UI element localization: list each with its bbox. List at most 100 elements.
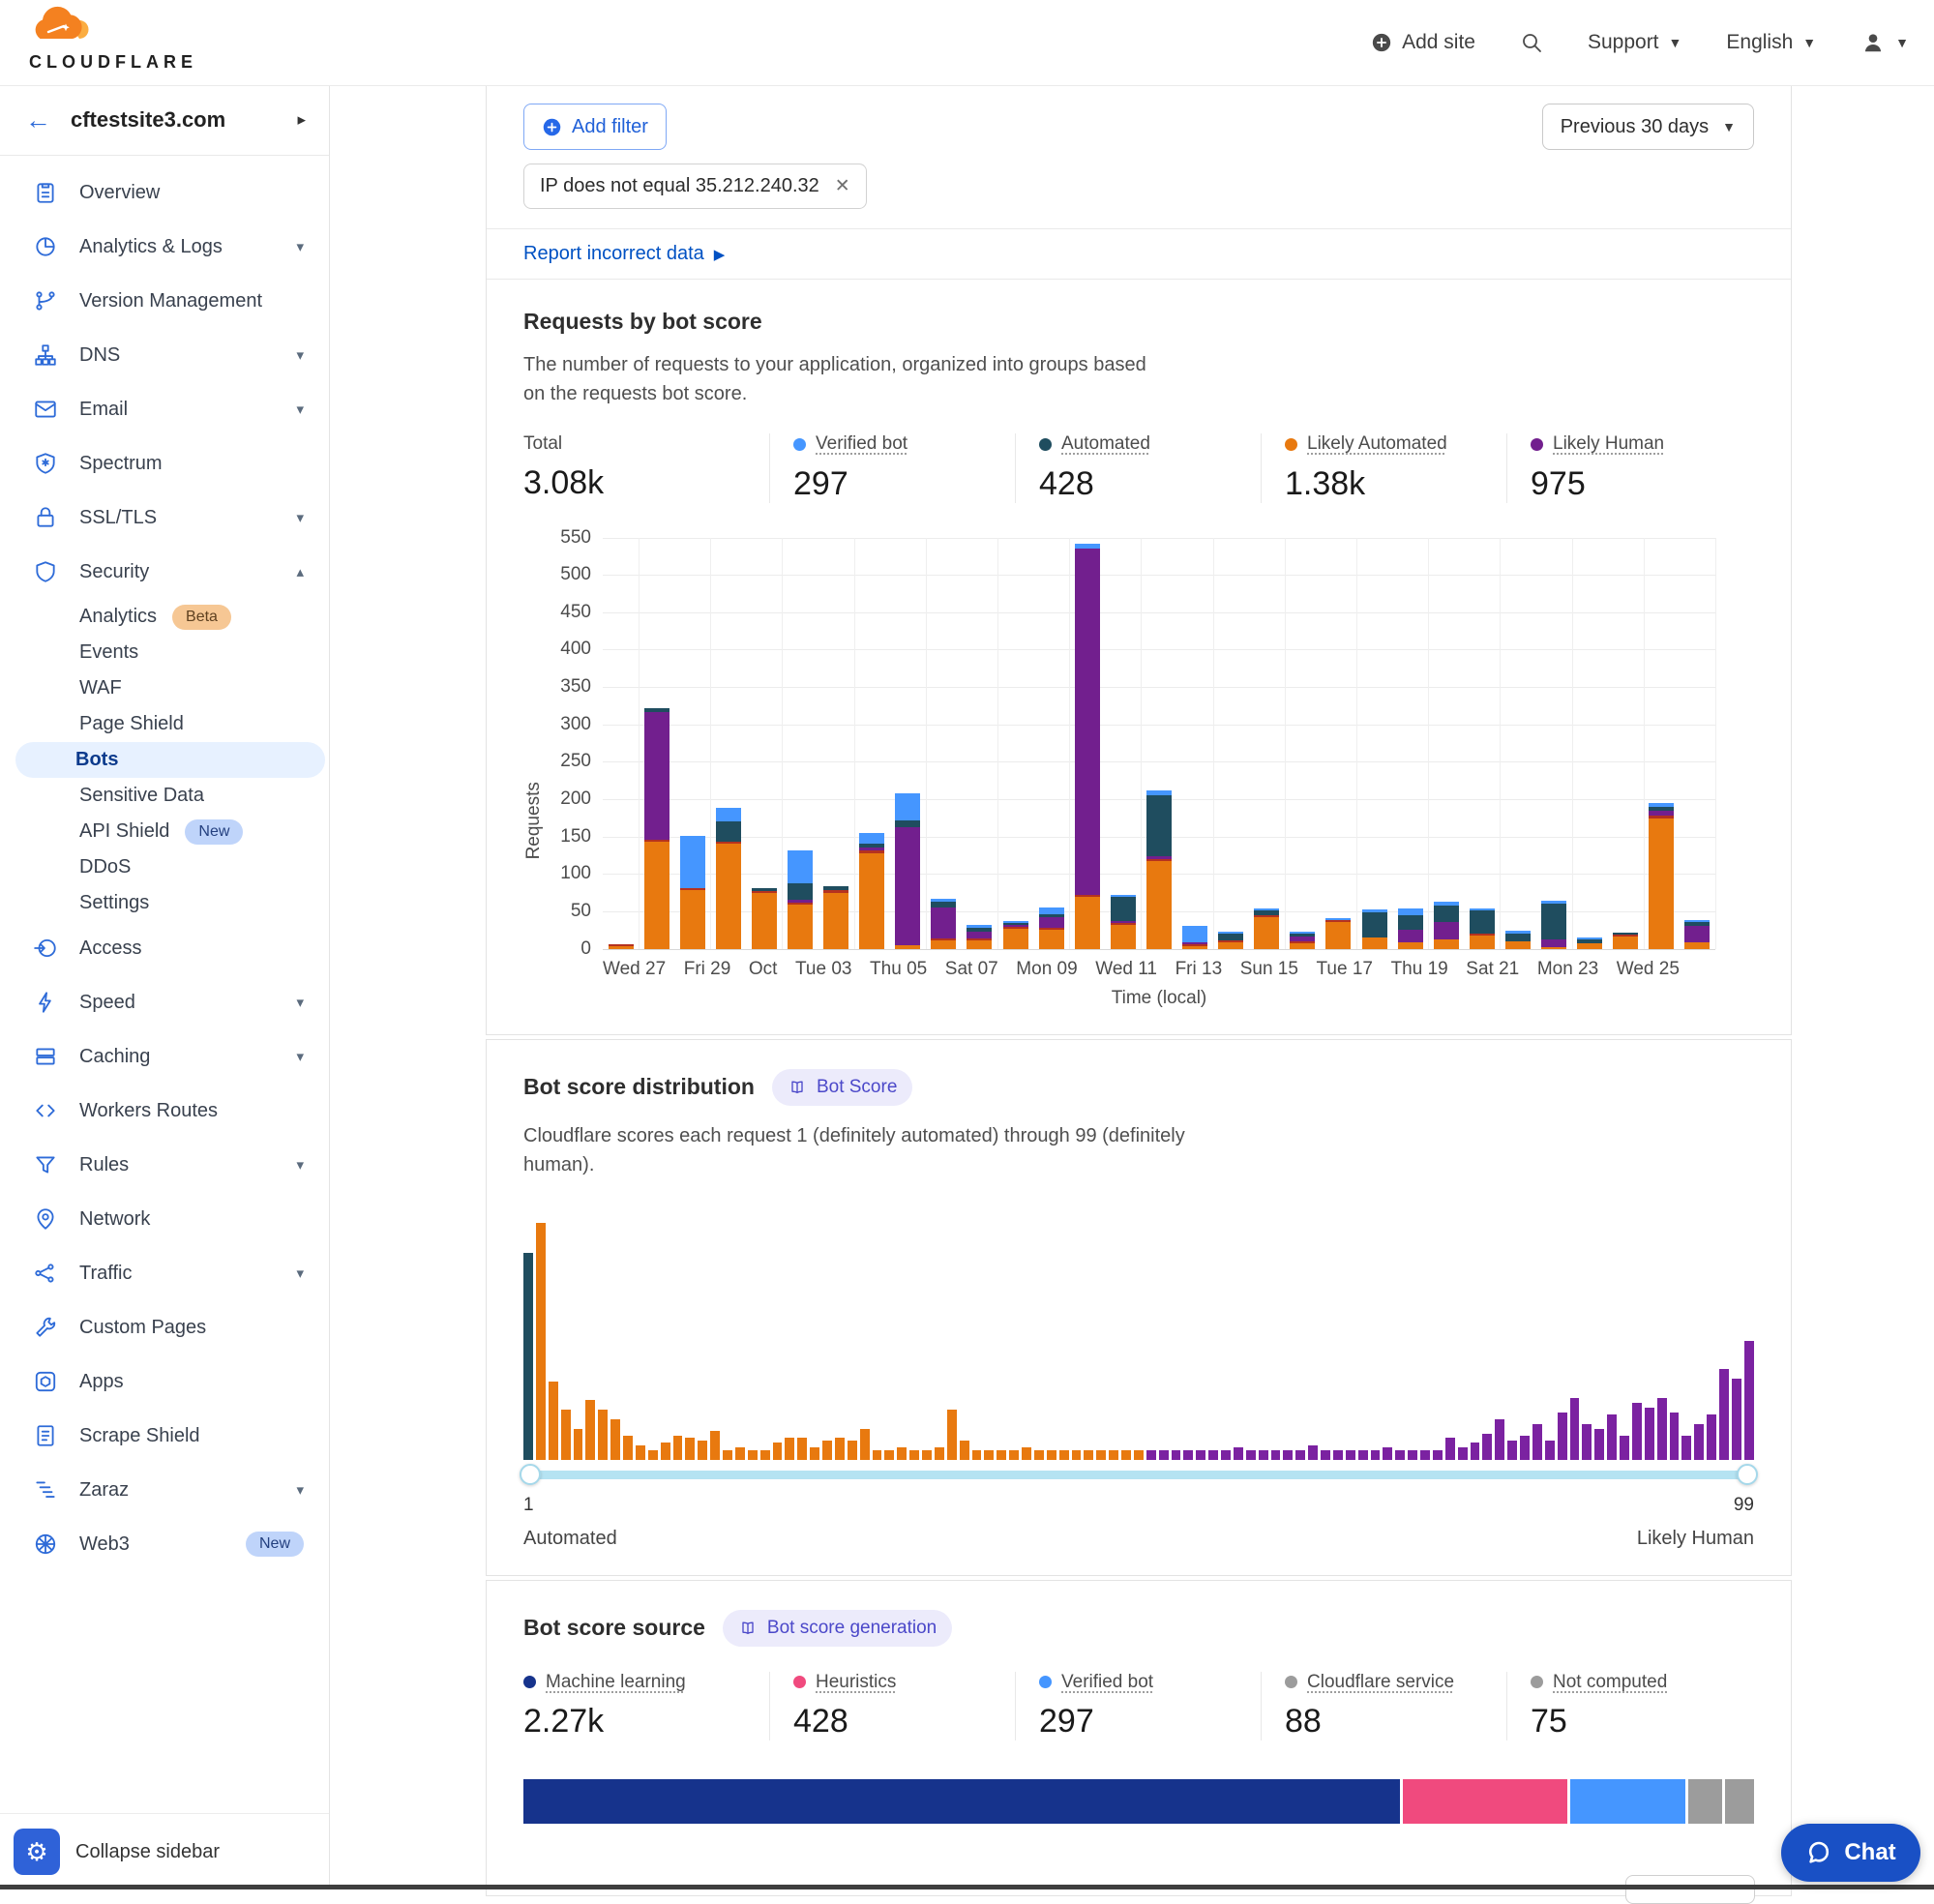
next-section-button-partial[interactable] xyxy=(1625,1875,1755,1904)
stat-label[interactable]: Cloudflare service xyxy=(1285,1672,1454,1693)
search-button[interactable] xyxy=(1520,31,1543,54)
slider-handle-right[interactable] xyxy=(1737,1464,1758,1485)
chevron-down-icon: ▾ xyxy=(296,509,304,526)
sidebar-item-ddos[interactable]: DDoS xyxy=(0,849,329,885)
sidebar-item-dns[interactable]: DNS▾ xyxy=(0,328,329,382)
sidebar-item-zaraz[interactable]: Zaraz▾ xyxy=(0,1463,329,1517)
chevron-up-icon: ▴ xyxy=(296,563,304,580)
stat-likely-automated: Likely Automated 1.38k xyxy=(1261,433,1506,503)
back-button[interactable]: ← xyxy=(25,107,51,134)
chevron-right-icon[interactable]: ▸ xyxy=(297,110,306,130)
histogram-bar xyxy=(561,1410,571,1459)
sidebar-item-waf[interactable]: WAF xyxy=(0,670,329,706)
bot-score-generation-badge[interactable]: Bot score generation xyxy=(723,1610,952,1647)
support-menu[interactable]: Support ▼ xyxy=(1588,31,1681,54)
stacked-bar xyxy=(895,793,920,949)
card-title: Requests by bot score xyxy=(523,309,1754,335)
slider-track[interactable] xyxy=(523,1471,1754,1479)
histogram-bar xyxy=(1196,1450,1205,1460)
top-header: CLOUDFLARE Add site Support ▼ English ▼ … xyxy=(0,0,1934,86)
legend-dot xyxy=(523,1676,536,1688)
slider-handle-left[interactable] xyxy=(520,1464,541,1485)
settings-gear-button[interactable]: ⚙ xyxy=(14,1829,60,1875)
stacked-bar xyxy=(1111,895,1136,949)
sidebar-item-analytics-logs[interactable]: Analytics & Logs▾ xyxy=(0,220,329,274)
stacked-bar xyxy=(1146,790,1172,948)
sidebar-item-scrape-shield[interactable]: Scrape Shield xyxy=(0,1409,329,1463)
sidebar-item-apps[interactable]: Apps xyxy=(0,1354,329,1409)
stat-likely-human: Likely Human975 xyxy=(1506,433,1754,503)
sidebar-item-custom-pages[interactable]: Custom Pages xyxy=(0,1300,329,1354)
histogram-bar xyxy=(636,1445,645,1460)
branch-icon xyxy=(33,288,58,313)
stat-value: 297 xyxy=(1039,1703,1253,1740)
histogram-bar xyxy=(1084,1450,1093,1460)
collapse-sidebar-button[interactable]: Collapse sidebar xyxy=(75,1841,220,1863)
sidebar-item-rules[interactable]: Rules▾ xyxy=(0,1138,329,1192)
add-site-button[interactable]: Add site xyxy=(1371,31,1475,54)
sidebar-item-sensitive-data[interactable]: Sensitive Data xyxy=(0,778,329,814)
histogram-bar xyxy=(1234,1447,1243,1459)
source-bar xyxy=(523,1779,1754,1824)
add-filter-button[interactable]: Add filter xyxy=(523,104,667,150)
date-range-select[interactable]: Previous 30 days ▼ xyxy=(1542,104,1754,150)
histogram-bar xyxy=(1420,1450,1430,1460)
histogram-bar xyxy=(810,1447,819,1459)
sidebar-item-caching[interactable]: Caching▾ xyxy=(0,1029,329,1084)
gear-icon: ⚙ xyxy=(25,1837,47,1867)
sidebar-item-ssl-tls[interactable]: SSL/TLS▾ xyxy=(0,491,329,545)
sidebar-item-settings[interactable]: Settings xyxy=(0,885,329,921)
sidebar-item-access[interactable]: Access xyxy=(0,921,329,975)
sidebar-item-api-shield[interactable]: API ShieldNew xyxy=(0,814,329,849)
stat-label[interactable]: Likely Human xyxy=(1531,433,1664,455)
sidebar-item-traffic[interactable]: Traffic▾ xyxy=(0,1246,329,1300)
stat-label[interactable]: Heuristics xyxy=(793,1672,896,1693)
sidebar-item-version-management[interactable]: Version Management xyxy=(0,274,329,328)
histogram-bar xyxy=(773,1443,783,1459)
envelope-icon xyxy=(33,397,58,422)
sidebar-item-page-shield[interactable]: Page Shield xyxy=(0,706,329,742)
histogram-bar xyxy=(1159,1450,1169,1460)
remove-filter-icon[interactable]: ✕ xyxy=(835,175,850,197)
histogram-bar xyxy=(623,1436,633,1460)
histogram-bar xyxy=(1208,1450,1218,1460)
language-menu[interactable]: English ▼ xyxy=(1726,31,1816,54)
stat-label[interactable]: Verified bot xyxy=(793,433,907,455)
sidebar-item-email[interactable]: Email▾ xyxy=(0,382,329,436)
histogram-bar xyxy=(1645,1408,1654,1460)
stat-label[interactable]: Total xyxy=(523,433,562,455)
histogram-bar xyxy=(1681,1436,1691,1460)
legend-dot xyxy=(1285,1676,1297,1688)
user-menu[interactable]: ▼ xyxy=(1860,30,1909,55)
chat-icon xyxy=(1805,1839,1832,1866)
histogram-bar xyxy=(1670,1413,1680,1460)
stat-label[interactable]: Verified bot xyxy=(1039,1672,1153,1693)
sidebar-item-bots[interactable]: Bots xyxy=(15,742,325,778)
stat-label[interactable]: Not computed xyxy=(1531,1672,1667,1693)
filter-chip[interactable]: IP does not equal 35.212.240.32 ✕ xyxy=(523,164,867,209)
stat-label[interactable]: Automated xyxy=(1039,433,1150,455)
bot-score-badge[interactable]: Bot Score xyxy=(772,1069,912,1106)
sidebar-item-analytics[interactable]: AnalyticsBeta xyxy=(0,599,329,635)
cloudflare-logo[interactable]: CLOUDFLARE xyxy=(29,6,193,73)
stat-value: 1.38k xyxy=(1285,465,1499,503)
sidebar-item-overview[interactable]: Overview xyxy=(0,165,329,220)
histogram-bar xyxy=(997,1450,1006,1460)
histogram-bar xyxy=(1172,1450,1181,1460)
sidebar-item-events[interactable]: Events xyxy=(0,635,329,670)
sidebar-item-speed[interactable]: Speed▾ xyxy=(0,975,329,1029)
stat-label[interactable]: Machine learning xyxy=(523,1672,686,1693)
sidebar-item-web3[interactable]: Web3New xyxy=(0,1517,329,1571)
sidebar-item-network[interactable]: Network xyxy=(0,1192,329,1246)
sidebar-item-spectrum[interactable]: Spectrum xyxy=(0,436,329,491)
sidebar-item-security[interactable]: Security▴ xyxy=(0,545,329,599)
stat-label[interactable]: Likely Automated xyxy=(1285,433,1447,455)
histogram-bar xyxy=(922,1450,932,1460)
sidebar-nav: OverviewAnalytics & Logs▾Version Managem… xyxy=(0,156,329,1571)
sidebar-item-workers-routes[interactable]: Workers Routes xyxy=(0,1084,329,1138)
histogram-bar xyxy=(1707,1414,1716,1460)
chat-button[interactable]: Chat xyxy=(1781,1824,1920,1882)
hierarchy-icon xyxy=(33,342,58,368)
report-incorrect-data-link[interactable]: Report incorrect data ▶ xyxy=(487,229,1791,279)
histogram-bar xyxy=(860,1429,870,1460)
